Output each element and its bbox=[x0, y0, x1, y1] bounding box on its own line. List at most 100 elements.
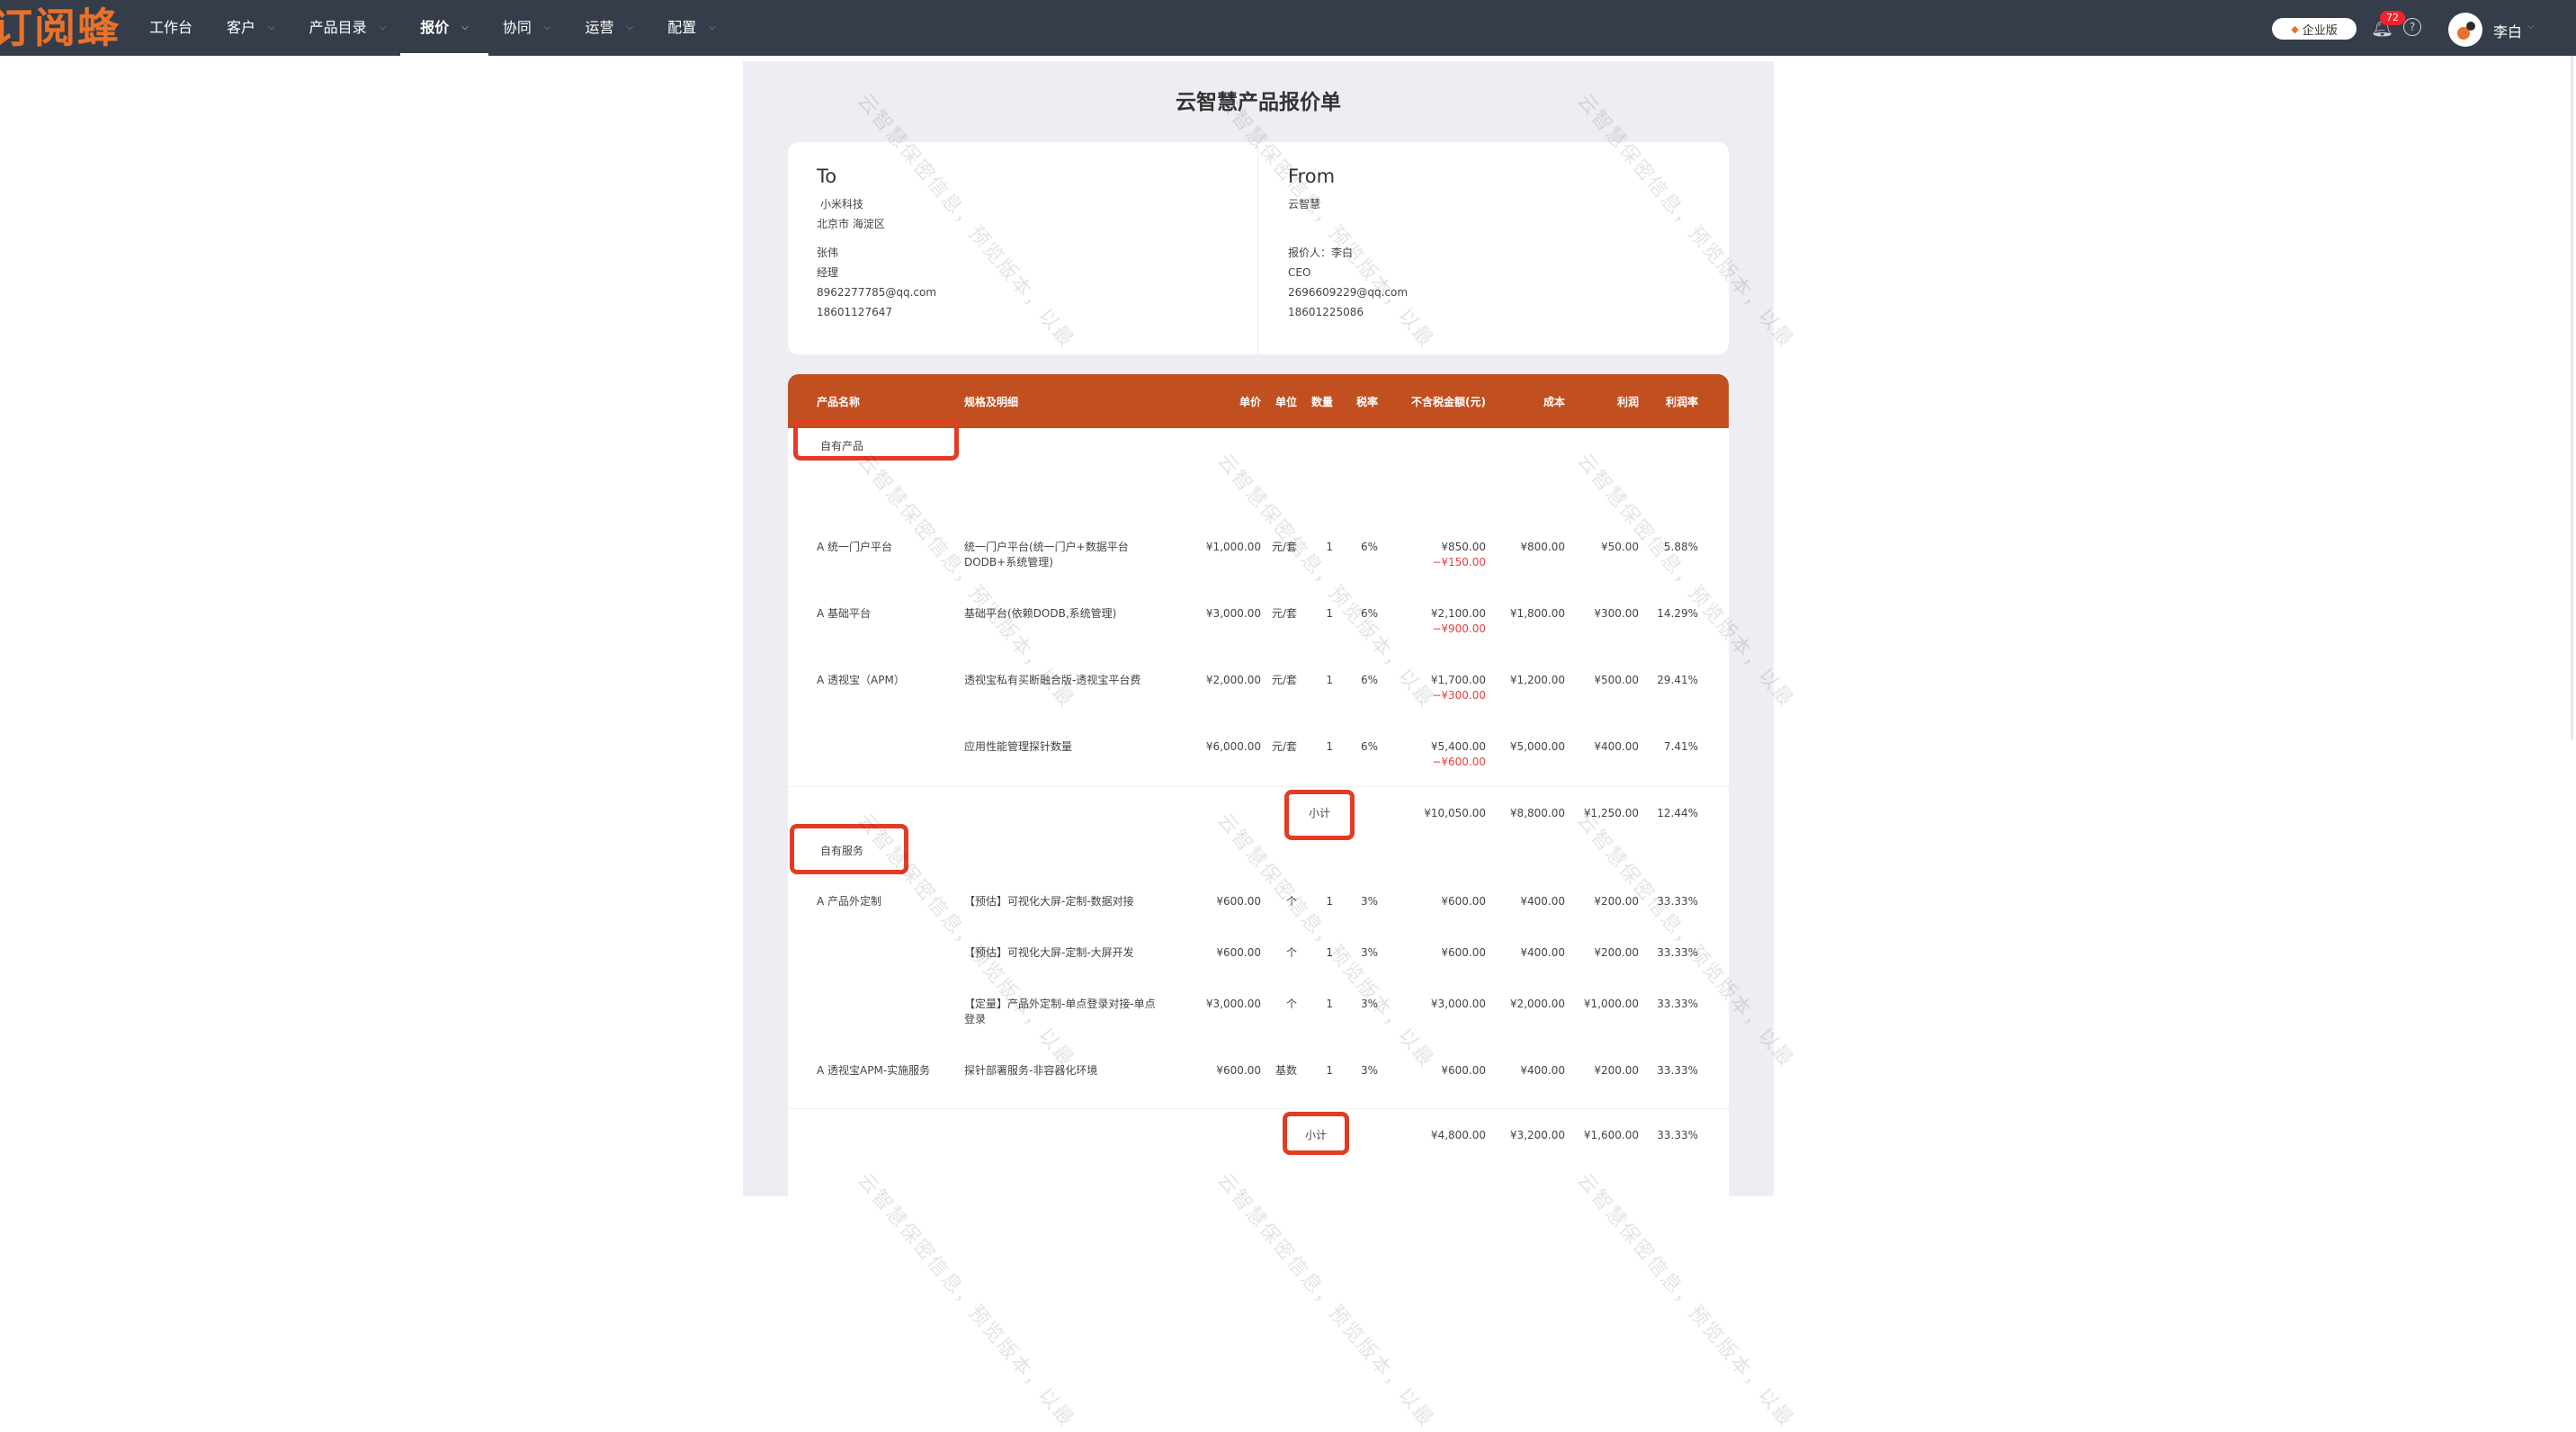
cell-spec: 【预估】可视化大屏-定制-大屏开发 bbox=[964, 946, 1134, 959]
cell-amount: ¥600.00 bbox=[1441, 946, 1486, 959]
cell-tax: 3% bbox=[1360, 1064, 1378, 1077]
menu-label: 协同 bbox=[502, 19, 532, 36]
enterprise-badge[interactable]: ◆ 企业版 bbox=[2272, 18, 2357, 40]
cell-name: A 统一门户平台 bbox=[817, 541, 893, 553]
to-phone: 18601127647 bbox=[817, 306, 892, 318]
page-title: 云智慧产品报价单 bbox=[1176, 91, 1341, 114]
cell-cost: ¥400.00 bbox=[1520, 1064, 1565, 1077]
cell-discount: −¥150.00 bbox=[1432, 556, 1486, 568]
row-divider bbox=[788, 1108, 1729, 1109]
cell-margin: 29.41% bbox=[1657, 674, 1698, 686]
cell-amount: ¥2,100.00 bbox=[1430, 607, 1486, 620]
subtotal-profit: ¥1,250.00 bbox=[1583, 807, 1639, 819]
from-party: From 云智慧 报价人：李白 CEO 2696609229@qq.com 18… bbox=[1288, 166, 1408, 322]
from-quoter: 报价人：李白 bbox=[1288, 246, 1354, 259]
cell-discount: −¥900.00 bbox=[1432, 622, 1486, 635]
user-name[interactable]: 李白 bbox=[2493, 20, 2522, 41]
cell-qty: 1 bbox=[1326, 607, 1333, 620]
menu-label: 工作台 bbox=[149, 19, 193, 36]
help-icon[interactable]: ? bbox=[2403, 18, 2421, 36]
menu-customers[interactable]: 客户 ⌵ bbox=[227, 0, 275, 56]
to-party: To 小米科技 北京市 海淀区 张伟 经理 8962277785@qq.com … bbox=[817, 166, 936, 322]
cell-price: ¥600.00 bbox=[1216, 1064, 1261, 1077]
from-company: 云智慧 bbox=[1288, 198, 1321, 210]
menu-operations[interactable]: 运营 ⌵ bbox=[585, 0, 633, 56]
cell-name: A 透视宝（APM） bbox=[817, 674, 905, 686]
cell-discount: −¥600.00 bbox=[1432, 756, 1486, 768]
cell-name: A 透视宝APM-实施服务 bbox=[817, 1064, 931, 1077]
to-heading: To bbox=[817, 166, 837, 187]
cell-amount: ¥5,400.00 bbox=[1430, 740, 1486, 753]
menu-label: 报价 bbox=[420, 19, 450, 36]
top-nav: 订阅蜂 工作台 客户 ⌵ 产品目录 ⌵ 报价 ⌵ 协同 ⌵ 运营 ⌵ 配置 ⌵ ◆ 企业版 🔔… bbox=[0, 0, 2576, 56]
cell-price: ¥3,000.00 bbox=[1205, 998, 1261, 1010]
subtotal-amount: ¥4,800.00 bbox=[1430, 1129, 1486, 1141]
from-phone: 18601225086 bbox=[1288, 306, 1364, 318]
cell-price: ¥2,000.00 bbox=[1205, 674, 1261, 686]
cell-spec: 【定量】产品外定制-单点登录对接-单点登录 bbox=[964, 998, 1156, 1025]
cell-tax: 3% bbox=[1360, 998, 1378, 1010]
watermark-text: 云智慧保密信息，预览版本，以最 bbox=[1572, 1168, 1798, 1432]
chevron-down-icon[interactable]: ⌵ bbox=[2527, 22, 2535, 31]
menu-quotes[interactable]: 报价 ⌵ bbox=[400, 0, 488, 56]
cell-spec: 探针部署服务-非容器化环境 bbox=[964, 1064, 1098, 1077]
cell-price: ¥3,000.00 bbox=[1205, 607, 1261, 620]
cell-cost: ¥1,800.00 bbox=[1509, 607, 1565, 620]
divider bbox=[1257, 142, 1258, 354]
scrollbar[interactable] bbox=[2571, 56, 2573, 739]
cell-profit: ¥400.00 bbox=[1594, 740, 1639, 753]
cell-cost: ¥2,000.00 bbox=[1509, 998, 1565, 1010]
col-profit: 利润 bbox=[1616, 396, 1639, 408]
cell-tax: 6% bbox=[1360, 740, 1378, 753]
cell-cost: ¥400.00 bbox=[1520, 946, 1565, 959]
cell-qty: 1 bbox=[1326, 674, 1333, 686]
cell-tax: 3% bbox=[1360, 895, 1378, 908]
menu-label: 运营 bbox=[585, 19, 614, 36]
from-heading: From bbox=[1288, 166, 1336, 187]
cell-cost: ¥5,000.00 bbox=[1509, 740, 1565, 753]
subtotal-profit: ¥1,600.00 bbox=[1583, 1129, 1639, 1141]
subtotal-cost: ¥3,200.00 bbox=[1509, 1129, 1565, 1141]
quote-table: 产品名称 规格及明细 单价 单位 数量 税率 不含税金额(元) 成本 利润 利润… bbox=[788, 374, 1729, 1196]
cell-cost: ¥400.00 bbox=[1520, 895, 1565, 908]
subtotal-margin: 33.33% bbox=[1657, 1129, 1698, 1141]
main-menu: 工作台 客户 ⌵ 产品目录 ⌵ 报价 ⌵ 协同 ⌵ 运营 ⌵ 配置 ⌵ bbox=[149, 0, 750, 56]
col-amount: 不含税金额(元) bbox=[1411, 396, 1486, 408]
cell-profit: ¥50.00 bbox=[1601, 541, 1639, 553]
menu-workbench[interactable]: 工作台 bbox=[149, 0, 192, 56]
cell-profit: ¥1,000.00 bbox=[1583, 998, 1639, 1010]
menu-product-catalog[interactable]: 产品目录 ⌵ bbox=[309, 0, 387, 56]
to-email: 8962277785@qq.com bbox=[817, 286, 937, 299]
cell-price: ¥6,000.00 bbox=[1205, 740, 1261, 753]
menu-collaboration[interactable]: 协同 ⌵ bbox=[503, 0, 551, 56]
app-logo[interactable]: 订阅蜂 bbox=[0, 5, 121, 50]
cell-unit: 元/套 bbox=[1271, 541, 1297, 553]
to-position: 经理 bbox=[817, 266, 839, 279]
to-address: 北京市 海淀区 bbox=[817, 218, 885, 230]
cell-spec: 透视宝私有买断融合版-透视宝平台费 bbox=[964, 674, 1141, 686]
col-tax: 税率 bbox=[1355, 396, 1378, 408]
cell-margin: 5.88% bbox=[1663, 541, 1698, 553]
from-position: CEO bbox=[1288, 266, 1311, 279]
cell-price: ¥1,000.00 bbox=[1205, 541, 1261, 553]
col-cost: 成本 bbox=[1543, 396, 1565, 408]
to-company: 小米科技 bbox=[820, 198, 864, 210]
subtotal-amount: ¥10,050.00 bbox=[1424, 807, 1486, 819]
cell-profit: ¥300.00 bbox=[1594, 607, 1639, 620]
cell-unit: 元/套 bbox=[1271, 740, 1297, 753]
party-card: To 小米科技 北京市 海淀区 张伟 经理 8962277785@qq.com … bbox=[788, 142, 1729, 354]
cell-spec: 统一门户平台(统一门户+数据平台DODB+系统管理) bbox=[964, 541, 1129, 568]
cell-unit: 个 bbox=[1285, 998, 1297, 1010]
cell-amount: ¥1,700.00 bbox=[1430, 674, 1486, 686]
cell-qty: 1 bbox=[1326, 1064, 1333, 1077]
cell-unit: 个 bbox=[1285, 946, 1297, 959]
cell-profit: ¥500.00 bbox=[1594, 674, 1639, 686]
col-name: 产品名称 bbox=[817, 396, 861, 408]
menu-config[interactable]: 配置 ⌵ bbox=[667, 0, 716, 56]
highlight-box bbox=[790, 824, 908, 874]
cell-price: ¥600.00 bbox=[1216, 895, 1261, 908]
cell-qty: 1 bbox=[1326, 740, 1333, 753]
menu-label: 客户 bbox=[227, 19, 256, 36]
avatar[interactable] bbox=[2448, 13, 2482, 47]
cell-margin: 7.41% bbox=[1663, 740, 1698, 753]
